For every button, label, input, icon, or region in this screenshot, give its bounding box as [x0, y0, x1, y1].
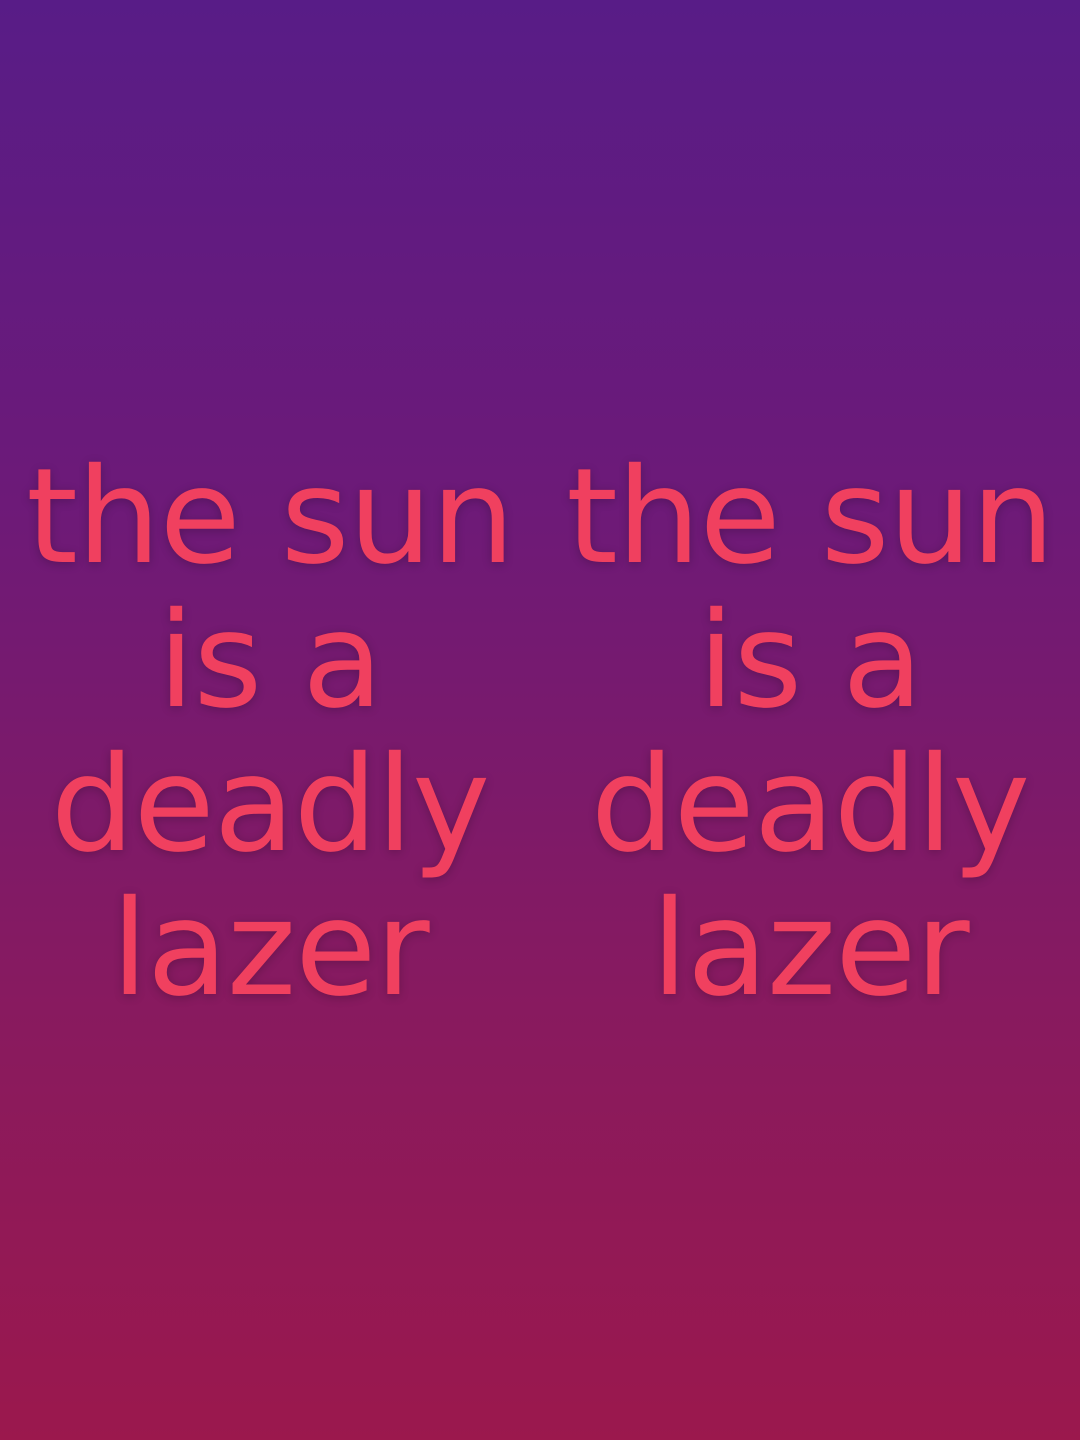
- text-line: the sun: [566, 440, 1055, 594]
- text-line: lazer: [111, 872, 429, 1026]
- canvas: the sun is a deadly lazer the sun is a d…: [0, 0, 1080, 1440]
- text-columns: the sun is a deadly lazer the sun is a d…: [0, 445, 1080, 1021]
- text-line: lazer: [651, 872, 969, 1026]
- text-line: deadly: [590, 728, 1030, 882]
- text-column-right: the sun is a deadly lazer: [540, 445, 1080, 1021]
- text-line: deadly: [50, 728, 490, 882]
- text-line: is a: [157, 584, 383, 738]
- text-line: is a: [697, 584, 923, 738]
- text-column-left: the sun is a deadly lazer: [0, 445, 540, 1021]
- text-line: the sun: [26, 440, 515, 594]
